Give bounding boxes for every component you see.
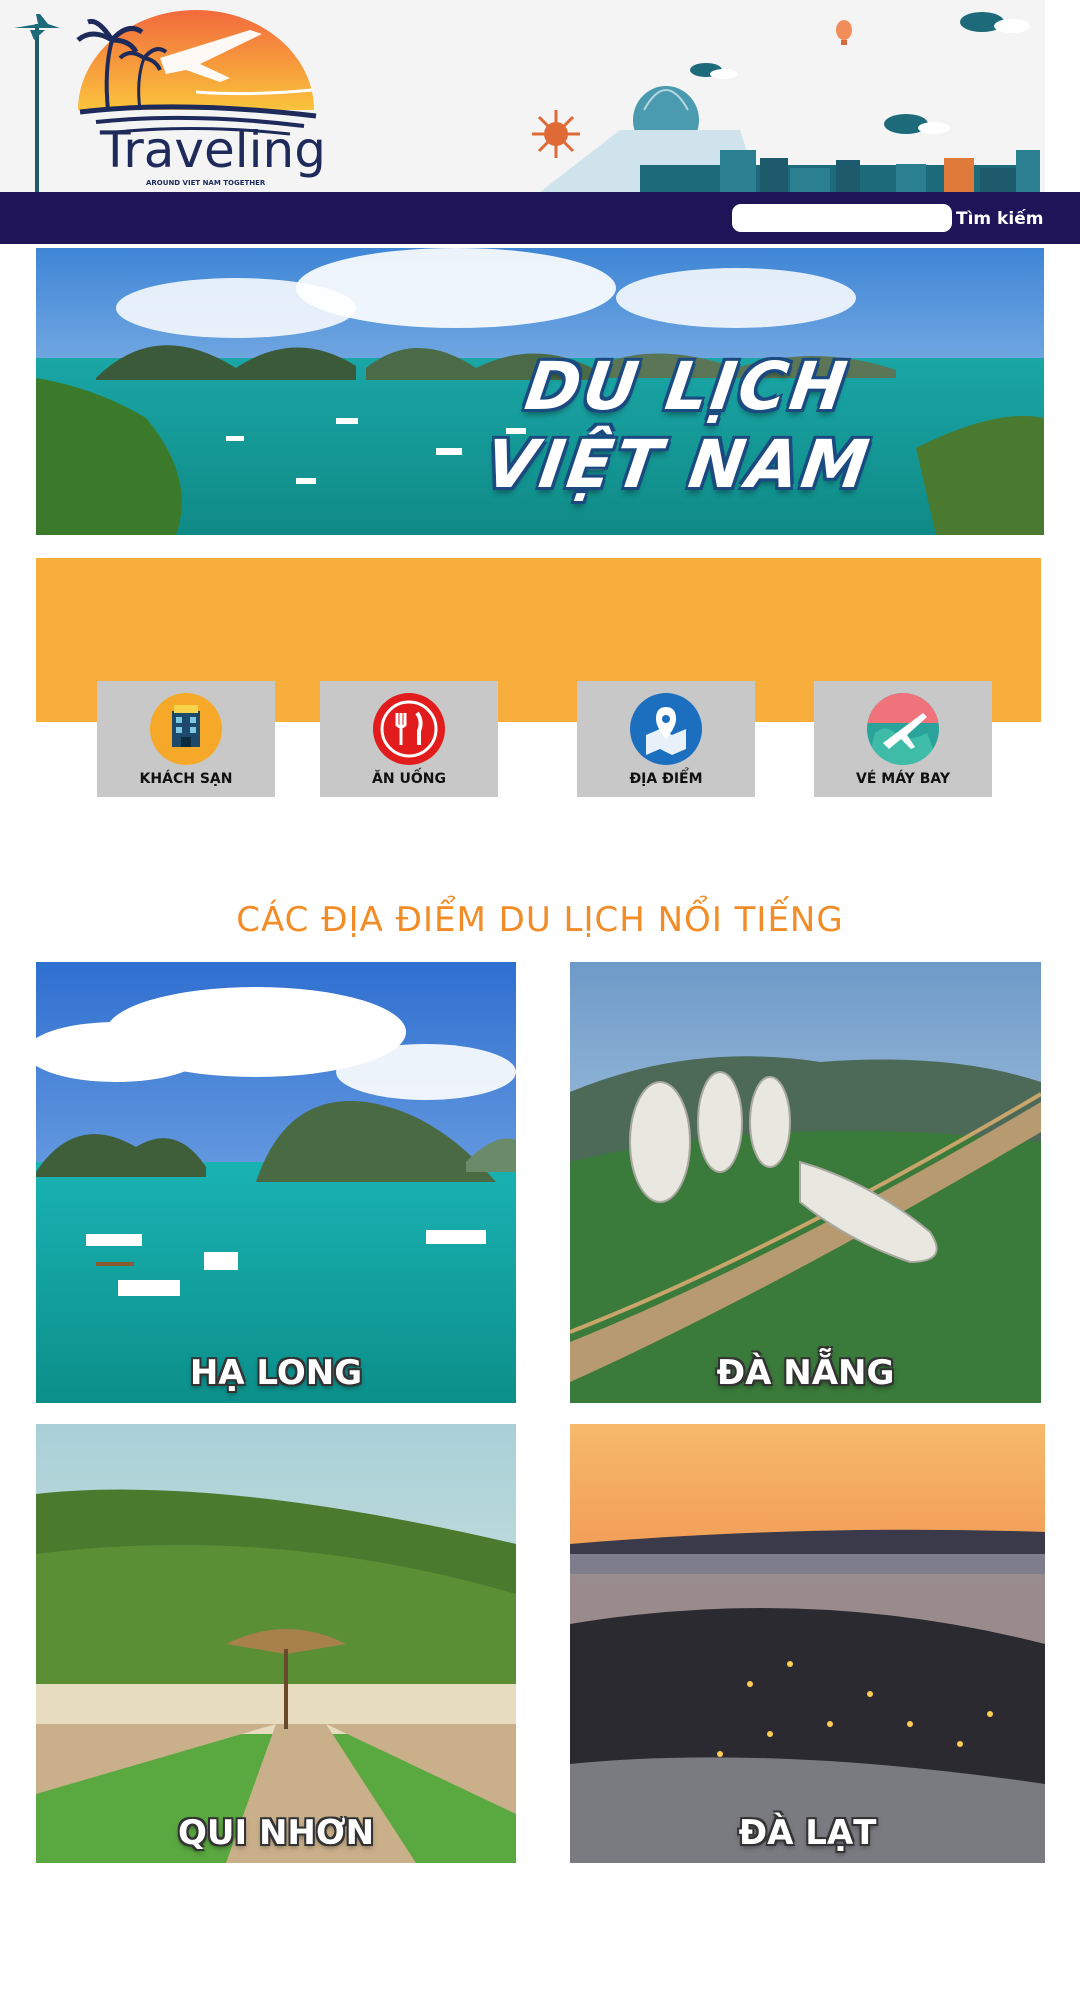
destination-image-halong xyxy=(36,962,516,1403)
fork-knife-icon xyxy=(373,693,445,765)
category-hotel[interactable]: KHÁCH SẠN xyxy=(97,681,275,797)
destination-name-quinhon: QUI NHƠN xyxy=(177,1813,375,1853)
destination-card-danang[interactable]: ĐÀ NẴNG xyxy=(570,962,1041,1403)
map-pin-icon xyxy=(630,693,702,765)
logo-text[interactable]: Traveling xyxy=(100,122,326,178)
logo-tagline: AROUND VIET NAM TOGETHER xyxy=(146,179,266,187)
destination-card-halong[interactable]: HẠ LONG xyxy=(36,962,516,1403)
search-button[interactable]: Tìm kiếm xyxy=(956,204,1048,234)
destination-card-dalat[interactable]: ĐÀ LẠT xyxy=(570,1424,1045,1863)
hero-banner: DU LỊCH VIỆT NAM xyxy=(36,248,1044,535)
search-input[interactable] xyxy=(732,204,952,232)
site-header: Traveling AROUND VIET NAM TOGETHER xyxy=(0,0,1045,192)
sun-icon xyxy=(532,110,580,158)
destination-image-danang xyxy=(570,962,1041,1403)
category-places-label: ĐỊA ĐIỂM xyxy=(629,771,703,787)
destination-name-danang: ĐÀ NẴNG xyxy=(716,1353,895,1393)
category-hotel-label: KHÁCH SẠN xyxy=(139,771,233,787)
cloud-icon xyxy=(690,12,1030,134)
airplane-globe-icon xyxy=(867,693,939,765)
banner-title-line1: DU LỊCH xyxy=(520,348,855,425)
destination-image-dalat xyxy=(570,1424,1045,1863)
category-flights-label: VÉ MÁY BAY xyxy=(855,771,950,787)
destination-name-dalat: ĐÀ LẠT xyxy=(738,1813,877,1853)
city-skyline xyxy=(540,130,1040,192)
banner-title-line2: VIỆT NAM xyxy=(480,426,877,503)
logo-icon xyxy=(76,10,317,136)
category-food[interactable]: ĂN UỐNG xyxy=(320,681,498,797)
small-airplane-icon xyxy=(14,14,60,192)
section-title: CÁC ĐỊA ĐIỂM DU LỊCH NỔI TIẾNG xyxy=(236,900,844,940)
category-places[interactable]: ĐỊA ĐIỂM xyxy=(577,681,755,797)
hotel-icon xyxy=(150,693,222,765)
category-flights[interactable]: VÉ MÁY BAY xyxy=(814,681,992,797)
category-food-label: ĂN UỐNG xyxy=(372,771,446,787)
destination-card-quinhon[interactable]: QUI NHƠN xyxy=(36,1424,516,1863)
destination-image-quinhon xyxy=(36,1424,516,1863)
destination-name-halong: HẠ LONG xyxy=(189,1353,363,1393)
